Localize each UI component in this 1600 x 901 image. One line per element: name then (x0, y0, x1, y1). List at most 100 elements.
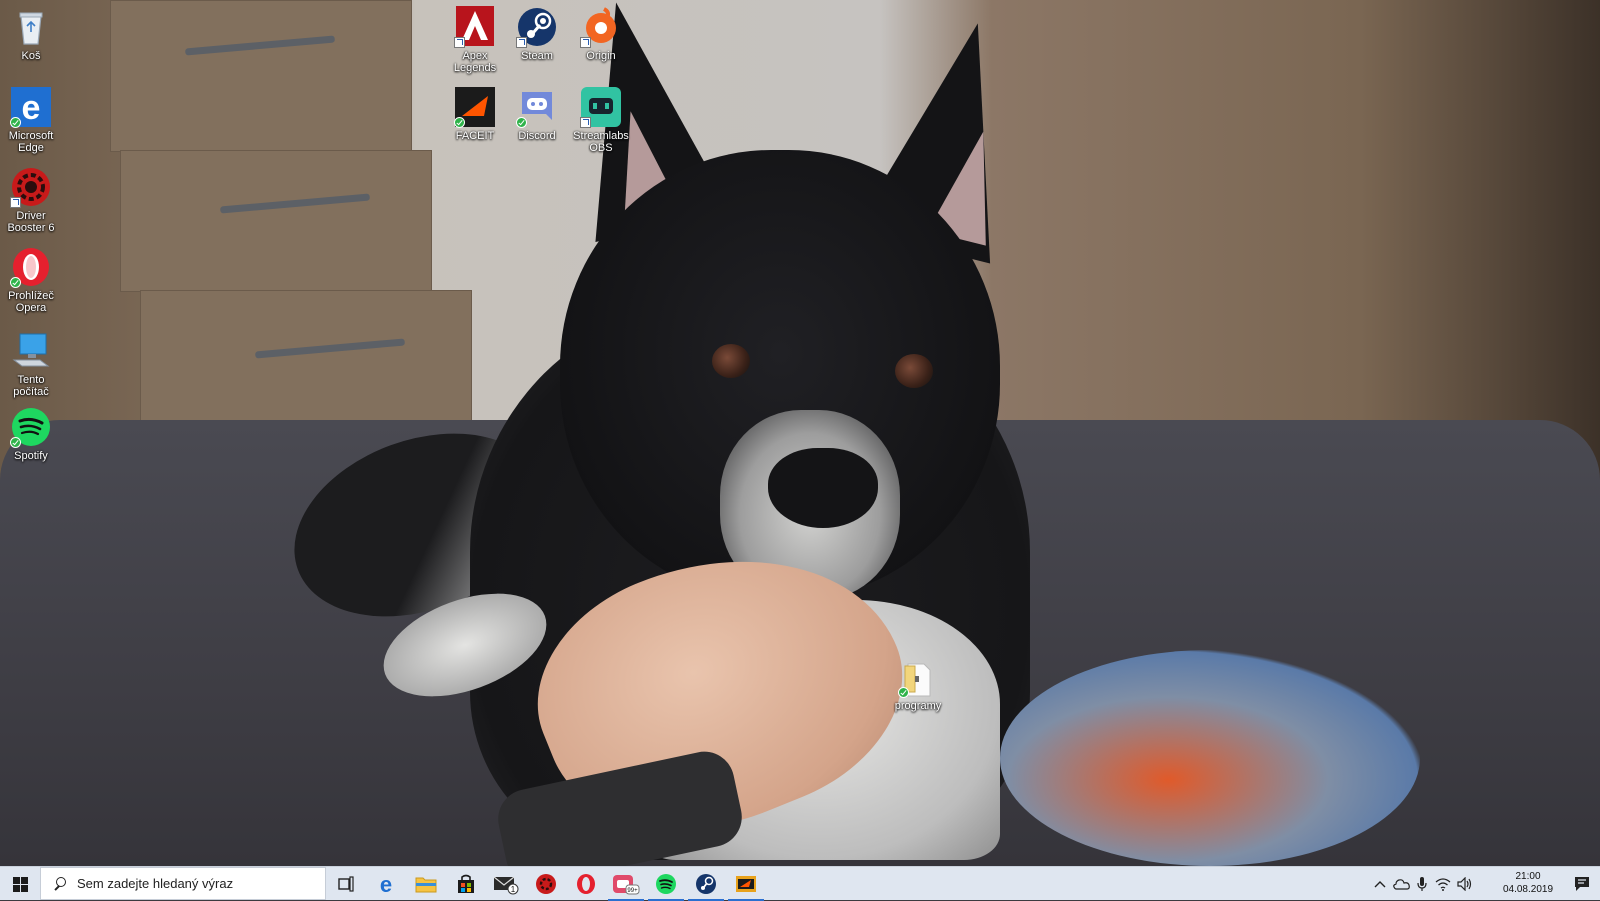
microphone-icon (1417, 877, 1427, 891)
wallpaper-drawer (140, 290, 472, 432)
shortcut-arrow-icon (580, 117, 591, 128)
tray-overflow-button[interactable] (1370, 867, 1390, 901)
desktop-icon-label: Apex Legends (453, 50, 497, 74)
windows-icon (12, 876, 28, 892)
opera-icon (10, 246, 52, 288)
desktop-icon-label: programy (894, 700, 942, 712)
sync-check-icon (516, 117, 527, 128)
faceit-icon (454, 86, 496, 128)
steam-icon (516, 6, 558, 48)
desktop-icon-microsoft-edge[interactable]: e Microsoft Edge (0, 86, 63, 154)
desktop-icon-label: Discord (518, 130, 556, 142)
taskbar-edge[interactable]: e (366, 867, 406, 901)
recycle-bin-icon (10, 6, 52, 48)
file-explorer-icon (415, 877, 437, 893)
action-center-button[interactable] (1564, 867, 1600, 901)
taskbar-opera[interactable] (566, 867, 606, 901)
streamlabs-icon: 99+ (613, 875, 640, 895)
sync-check-icon (898, 687, 909, 698)
taskbar-store[interactable] (446, 867, 486, 901)
start-button[interactable] (0, 867, 40, 901)
taskbar-streamlabs[interactable]: 99+ (606, 867, 646, 901)
search-box[interactable] (40, 867, 326, 900)
spotify-icon (656, 874, 676, 894)
tray-network[interactable] (1432, 867, 1454, 901)
desktop-icon-label: Spotify (14, 450, 48, 462)
wallpaper-dog-eye (712, 344, 750, 378)
tray-volume[interactable] (1454, 867, 1476, 901)
search-input[interactable] (75, 875, 319, 892)
desktop-icon-driver-booster[interactable]: Driver Booster 6 (0, 166, 63, 234)
file-icon (898, 662, 934, 698)
origin-icon (580, 6, 622, 48)
taskbar-steam[interactable] (686, 867, 726, 901)
wallpaper-drawer (120, 150, 432, 292)
taskbar-file-explorer[interactable] (406, 867, 446, 901)
faceit-icon (736, 876, 756, 892)
desktop-icon-this-pc[interactable]: Tento počítač (0, 330, 63, 398)
desktop-icon-steam[interactable]: Steam (505, 6, 569, 62)
svg-text:e: e (22, 89, 41, 127)
desktop-icon-label: Driver Booster 6 (7, 210, 55, 234)
task-view-icon (338, 876, 354, 892)
tray-onedrive[interactable] (1390, 867, 1412, 901)
desktop-icon-opera[interactable]: Prohlížeč Opera (0, 246, 63, 314)
desktop-icon-folder-programy[interactable]: programy (886, 662, 950, 712)
wallpaper-dog-eye (895, 354, 933, 388)
taskbar-spotify[interactable] (646, 867, 686, 901)
taskbar-faceit[interactable] (726, 867, 766, 901)
shortcut-arrow-icon (580, 37, 591, 48)
shortcut-arrow-icon (516, 37, 527, 48)
cloud-icon (1393, 879, 1410, 890)
chevron-up-icon (1374, 881, 1386, 888)
edge-icon: e (10, 86, 52, 128)
mail-badge: 1 (511, 885, 516, 894)
taskbar-clock[interactable]: 21:00 04.08.2019 (1496, 870, 1560, 896)
desktop-icon-label: Koš (21, 50, 41, 62)
wallpaper-drawer (110, 0, 412, 152)
taskbar: e 1 (0, 866, 1600, 901)
taskbar-mail[interactable]: 1 (486, 867, 526, 901)
store-icon (458, 874, 474, 893)
desktop-icon-spotify[interactable]: Spotify (0, 406, 63, 462)
mail-icon: 1 (493, 876, 519, 895)
notification-icon (1575, 877, 1589, 891)
desktop-icon-label: Origin (586, 50, 616, 62)
desktop-icon-label: Streamlabs OBS (573, 130, 629, 154)
svg-text:e: e (380, 873, 392, 895)
task-view-button[interactable] (326, 867, 366, 901)
speaker-icon (1457, 877, 1472, 891)
apex-legends-icon (454, 6, 496, 48)
computer-icon (10, 330, 52, 372)
steam-icon (696, 874, 716, 894)
desktop-icon-label: FACEIT (455, 130, 495, 142)
opera-icon (577, 874, 595, 894)
shortcut-arrow-icon (454, 37, 465, 48)
desktop-icon-label: Microsoft Edge (8, 130, 54, 154)
desktop-icon-label: Prohlížeč Opera (8, 290, 54, 314)
desktop-icon-streamlabs-obs[interactable]: Streamlabs OBS (569, 86, 633, 154)
search-icon (53, 876, 67, 891)
clock-time: 21:00 (1515, 871, 1541, 882)
spotify-icon (10, 406, 52, 448)
desktop-icon-discord[interactable]: Discord (505, 86, 569, 142)
tray-microphone[interactable] (1412, 867, 1432, 901)
desktop-icon-apex-legends[interactable]: Apex Legends (443, 6, 507, 74)
wallpaper-dog-nose (768, 448, 878, 528)
discord-icon (516, 86, 558, 128)
desktop-wallpaper (0, 0, 1600, 866)
taskbar-driver-booster[interactable] (526, 867, 566, 901)
sync-check-icon (10, 277, 21, 288)
driver-booster-icon (536, 874, 556, 894)
sync-check-icon (10, 117, 21, 128)
wallpaper-rope-toy (1000, 650, 1420, 866)
streamlabs-icon (580, 86, 622, 128)
streamlabs-badge: 99+ (627, 888, 638, 894)
wifi-icon (1435, 878, 1451, 891)
desktop-icon-recycle-bin[interactable]: Koš (0, 6, 63, 62)
desktop-icon-label: Steam (521, 50, 553, 62)
desktop-icon-faceit[interactable]: FACEIT (443, 86, 507, 142)
desktop-icon-origin[interactable]: Origin (569, 6, 633, 62)
desktop-icon-label: Tento počítač (13, 374, 49, 398)
sync-check-icon (10, 437, 21, 448)
